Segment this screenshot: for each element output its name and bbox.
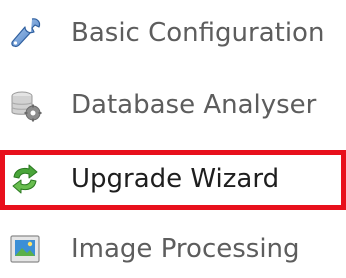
refresh-arrows-icon — [8, 162, 42, 196]
menu-item-label: Image Processing — [71, 234, 300, 264]
menu-item-basic-configuration[interactable]: Basic Configuration — [0, 4, 346, 62]
menu-item-image-processing[interactable]: Image Processing — [0, 220, 346, 278]
wrench-icon — [8, 16, 42, 50]
picture-icon — [8, 232, 42, 266]
menu-item-label: Database Analyser — [71, 90, 317, 120]
menu-item-label: Upgrade Wizard — [71, 164, 280, 194]
menu-item-database-analyser[interactable]: Database Analyser — [0, 76, 346, 134]
menu-item-upgrade-wizard[interactable]: Upgrade Wizard — [0, 150, 346, 210]
module-menu: Basic Configuration Database Analyser Up… — [0, 0, 346, 268]
menu-item-label: Basic Configuration — [71, 18, 325, 48]
database-gear-icon — [8, 88, 42, 122]
